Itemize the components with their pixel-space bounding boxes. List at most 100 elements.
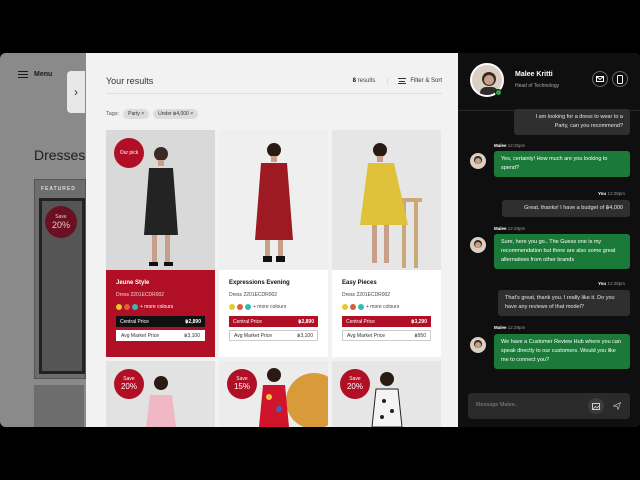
product-photo	[219, 130, 328, 270]
product-code: Dress 2201ECDR002	[342, 292, 391, 298]
background-page-title: Dresses	[34, 147, 86, 163]
phone-button[interactable]	[612, 71, 628, 87]
message-sender: Malee	[494, 143, 507, 148]
message-meta: Malee 12:28pm	[494, 325, 525, 330]
tag-chip[interactable]: Party ×	[123, 109, 150, 119]
message-sender: You	[598, 191, 607, 196]
filter-sort-label: Filter & Sort	[410, 78, 442, 84]
product-photo: Our pick	[106, 130, 215, 270]
message-time: 12:28pm	[607, 191, 625, 196]
featured-card: FEATURED Save 20%	[34, 179, 86, 379]
product-card[interactable]: Save 20%	[332, 361, 441, 427]
message-bubble: Yes, certainly! How much are you looking…	[494, 151, 630, 177]
message-bubble: That's great, thank you. I really like i…	[498, 290, 630, 316]
central-price-label: Central Price	[346, 318, 375, 325]
message-input[interactable]: Message Malee..	[468, 393, 630, 419]
background-card	[34, 385, 84, 427]
tags-label: Tags:	[106, 111, 120, 117]
swatch-yellow[interactable]	[342, 304, 348, 310]
product-info: Easy Pieces Dress 2201ECDR002 + more col…	[332, 270, 441, 357]
product-code: Dress 2201ECDR002	[229, 292, 278, 298]
collapse-panel-button[interactable]: ›	[67, 71, 85, 113]
avg-price-row: Avg Market Price ฿950	[342, 330, 431, 341]
message-bubble: We have a Customer Review Hub where you …	[494, 334, 630, 369]
product-card[interactable]: Save 20%	[106, 361, 215, 427]
badge-pct: 20%	[120, 382, 137, 391]
send-icon	[613, 402, 621, 410]
chat-panel: Malee Kritti Head of Technology I am loo…	[458, 53, 640, 427]
product-code: Dress 2201ECDR002	[116, 292, 165, 298]
more-colours-link[interactable]: + more colours	[140, 304, 173, 310]
swatch-teal[interactable]	[132, 304, 138, 310]
message-time: 12:28pm	[607, 281, 625, 286]
product-name: Easy Pieces	[342, 280, 377, 286]
swatch-teal[interactable]	[245, 304, 251, 310]
phone-icon	[617, 74, 623, 84]
message-time: 12:28pm	[507, 226, 526, 231]
swatch-yellow[interactable]	[116, 304, 122, 310]
central-price-row: Central Price ฿2,890	[229, 316, 318, 327]
chat-header: Malee Kritti Head of Technology	[458, 53, 640, 111]
attach-image-button[interactable]	[588, 398, 604, 414]
results-count-label: results	[357, 78, 376, 84]
product-photo: Save 15%	[219, 361, 328, 427]
central-price-row: Central Price ฿3,290	[342, 316, 431, 327]
more-colours-link[interactable]: + more colours	[253, 304, 286, 310]
avg-price-label: Avg Market Price	[234, 332, 272, 339]
product-card[interactable]: Expressions Evening Dress 2201ECDR002 + …	[219, 130, 328, 357]
badge-label: Our pick	[119, 150, 139, 156]
results-count-number: 8	[352, 78, 356, 84]
product-info: Jeune Style Dress 2201ECDR002 + more col…	[106, 270, 215, 357]
results-count: 8 results	[353, 78, 376, 84]
central-price-value: ฿2,890	[298, 318, 314, 325]
swatch-orange[interactable]	[124, 304, 130, 310]
product-photo: Save 20%	[106, 361, 215, 427]
message-input-placeholder: Message Malee..	[476, 402, 518, 408]
results-panel: Your results 8 results Filter & Sort Tag…	[86, 53, 458, 427]
mail-icon	[596, 76, 604, 82]
more-colours-link[interactable]: + more colours	[366, 304, 399, 310]
menu-button[interactable]: Menu	[18, 71, 52, 78]
swatch-yellow[interactable]	[229, 304, 235, 310]
filter-sort-button[interactable]: Filter & Sort	[387, 78, 442, 84]
central-price-value: ฿3,290	[411, 318, 427, 325]
save-badge: Save 15%	[227, 369, 257, 399]
message-bubble: Great, thanks! I have a budget of ฿4,000	[502, 200, 630, 217]
tag-label: Under ฿4,000	[158, 111, 189, 117]
avatar	[470, 153, 486, 169]
product-card[interactable]: Save 15%	[219, 361, 328, 427]
image-icon	[592, 402, 600, 410]
product-info: Expressions Evening Dress 2201ECDR002 + …	[219, 270, 328, 357]
avg-price-row: Avg Market Price ฿3,100	[116, 330, 205, 341]
model-image	[255, 143, 293, 262]
save-badge: Save 20%	[114, 369, 144, 399]
product-card[interactable]: Easy Pieces Dress 2201ECDR002 + more col…	[332, 130, 441, 357]
swatch-orange[interactable]	[350, 304, 356, 310]
avatar	[470, 237, 486, 253]
tag-chip[interactable]: Under ฿4,000 ×	[153, 109, 199, 119]
product-name: Expressions Evening	[229, 280, 290, 286]
avg-price-label: Avg Market Price	[121, 332, 159, 339]
message-bubble: I am looking for a dress to wear to a Pa…	[514, 109, 630, 135]
message-sender: Malee	[494, 226, 507, 231]
colour-swatches: + more colours	[116, 304, 205, 310]
email-button[interactable]	[592, 71, 608, 87]
message-meta: You 12:28pm	[598, 191, 625, 196]
avg-price-value: ฿950	[414, 332, 426, 339]
send-button[interactable]	[609, 398, 625, 414]
header-divider	[106, 93, 442, 94]
product-card[interactable]: Our pick Jeune Style Dress 2201ECDR002 +…	[106, 130, 215, 357]
menu-label: Menu	[34, 71, 53, 78]
swatch-teal[interactable]	[358, 304, 364, 310]
badge-pct: 15%	[233, 382, 250, 391]
chevron-right-icon: ›	[74, 85, 78, 99]
hamburger-icon	[18, 71, 28, 78]
message-meta: Malee 12:25pm	[494, 143, 525, 148]
agent-name: Malee Kritti	[515, 71, 553, 78]
message-meta: You 12:28pm	[598, 281, 625, 286]
featured-label: FEATURED	[41, 186, 76, 192]
model-image	[360, 143, 422, 268]
product-name: Jeune Style	[116, 280, 150, 286]
message-meta: Malee 12:28pm	[494, 226, 525, 231]
swatch-orange[interactable]	[237, 304, 243, 310]
